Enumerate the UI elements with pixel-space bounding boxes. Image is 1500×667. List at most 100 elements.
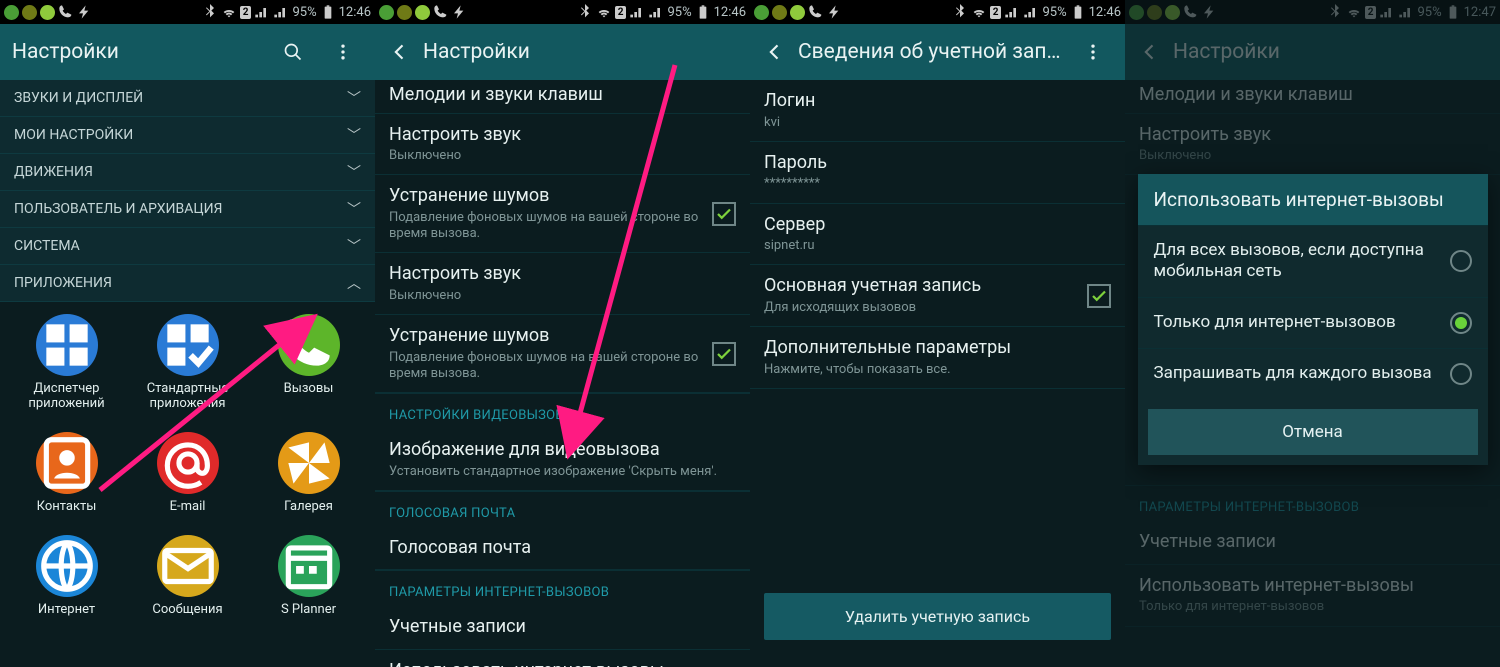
row-subtitle: Подавление фоновых шумов на вашей сторон…	[389, 350, 700, 383]
search-button[interactable]	[273, 32, 313, 72]
list-item[interactable]: Устранение шумовПодавление фоновых шумов…	[375, 175, 750, 253]
bluetooth-icon	[952, 4, 968, 20]
signal-icon	[1023, 4, 1039, 20]
chevron-up-icon: ︿	[347, 273, 361, 293]
signal-icon	[648, 4, 664, 20]
dialog-title: Использовать интернет-вызовы	[1138, 174, 1488, 225]
grid-icon	[36, 314, 98, 376]
app-label: Контакты	[37, 500, 97, 515]
checkbox[interactable]	[712, 342, 736, 366]
dialog-option[interactable]: Запрашивать для каждого вызова	[1138, 348, 1488, 399]
checkbox[interactable]	[1087, 284, 1111, 308]
category-item[interactable]: ПОЛЬЗОВАТЕЛЬ И АРХИВАЦИЯ﹀	[0, 191, 375, 228]
list-item[interactable]: Настроить звукВыключено	[375, 114, 750, 176]
app-item[interactable]: E-mail	[129, 432, 246, 515]
list-item[interactable]: Серверsipnet.ru	[750, 204, 1125, 266]
category-item[interactable]: ЗВУКИ И ДИСПЛЕЙ ﹀	[0, 80, 375, 117]
row-title: Использовать интернет-вызовы	[389, 660, 736, 667]
list-item[interactable]: Дополнительные параметрыНажмите, чтобы п…	[750, 327, 1125, 389]
row-title: Мелодии и звуки клавиш	[389, 84, 736, 107]
dialog-option[interactable]: Для всех вызовов, если доступна мобильна…	[1138, 225, 1488, 297]
row-title: Сервер	[764, 214, 1111, 237]
row-subtitle: Подавление фоновых шумов на вашей сторон…	[389, 210, 700, 243]
overflow-menu-button[interactable]	[323, 32, 363, 72]
category-item[interactable]: ПРИЛОЖЕНИЯ ︿	[0, 265, 375, 302]
dialog-option[interactable]: Только для интернет-вызовов	[1138, 297, 1488, 348]
list-item[interactable]: Использовать интернет-вызовыТолько для и…	[375, 650, 750, 667]
app-item[interactable]: Галерея	[250, 432, 367, 515]
app-item[interactable]: S Planner	[250, 535, 367, 618]
dialog-cancel-button[interactable]: Отмена	[1148, 409, 1478, 455]
radio-button[interactable]	[1450, 363, 1472, 385]
bluetooth-icon	[1327, 4, 1343, 20]
list-item[interactable]: Устранение шумовПодавление фоновых шумов…	[375, 315, 750, 393]
viber-icon	[808, 4, 824, 20]
row-title: Дополнительные параметры	[764, 337, 1111, 360]
row-title: Настроить звук	[389, 124, 736, 147]
viber-icon	[1183, 4, 1199, 20]
status-icon	[415, 5, 430, 20]
action-bar: Настройки	[0, 24, 375, 80]
signal-icon	[254, 4, 270, 20]
list-item[interactable]: Учетные записи	[375, 606, 750, 650]
checkbox[interactable]	[712, 202, 736, 226]
battery-icon	[320, 4, 336, 20]
clock: 12:46	[339, 5, 371, 20]
back-button[interactable]	[762, 32, 788, 72]
category-item[interactable]: СИСТЕМА﹀	[0, 228, 375, 265]
app-label: Галерея	[284, 500, 333, 515]
row-subtitle: kvi	[764, 115, 1111, 131]
list-item[interactable]: Пароль**********	[750, 142, 1125, 204]
battery-text: 95%	[1417, 5, 1441, 20]
app-item[interactable]: Интернет	[8, 535, 125, 618]
category-item[interactable]: ДВИЖЕНИЯ﹀	[0, 154, 375, 191]
list-item[interactable]: Изображение для видеовызова Установить ст…	[375, 429, 750, 491]
row-subtitle: Для исходящих вызовов	[764, 300, 1075, 316]
delete-account-button[interactable]: Удалить учетную запись	[764, 593, 1111, 640]
category-label: ЗВУКИ И ДИСПЛЕЙ	[14, 90, 143, 106]
option-label: Для всех вызовов, если доступна мобильна…	[1154, 240, 1438, 283]
chevron-down-icon: ﹀	[347, 236, 361, 256]
status-bar: 2 95% 12:46	[0, 0, 375, 24]
radio-button[interactable]	[1450, 250, 1472, 272]
battery-text: 95%	[667, 5, 691, 20]
dialog-backdrop[interactable]: Использовать интернет-вызовы Для всех вы…	[1125, 24, 1500, 667]
app-item[interactable]: Стандартные приложения	[129, 314, 246, 412]
action-bar: Сведения об учетной зап...	[750, 24, 1125, 80]
list-item[interactable]: Основная учетная записьДля исходящих выз…	[750, 265, 1125, 327]
bluetooth-icon	[202, 4, 218, 20]
app-label: Интернет	[38, 603, 95, 618]
bolt-icon	[827, 4, 843, 20]
row-title: Голосовая почта	[389, 537, 736, 560]
list-item[interactable]: Логинkvi	[750, 80, 1125, 142]
chevron-down-icon: ﹀	[347, 88, 361, 108]
row-subtitle: sipnet.ru	[764, 238, 1111, 254]
app-item[interactable]: Диспетчер приложений	[8, 314, 125, 412]
pinwheel-icon	[278, 432, 340, 494]
row-title: Настроить звук	[389, 263, 736, 286]
overflow-menu-button[interactable]	[1073, 32, 1113, 72]
list-item[interactable]: Настроить звукВыключено	[375, 253, 750, 315]
app-item[interactable]: Контакты	[8, 432, 125, 515]
list-item[interactable]: Голосовая почта	[375, 527, 750, 571]
globe-icon	[36, 535, 98, 597]
app-label: Сообщения	[152, 603, 222, 618]
row-subtitle: Установить стандартное изображение 'Скры…	[389, 464, 736, 480]
viber-icon	[58, 4, 74, 20]
status-icon	[4, 5, 19, 20]
wifi-icon	[971, 4, 987, 20]
app-item[interactable]: Сообщения	[129, 535, 246, 618]
row-title: Изображение для видеовызова	[389, 439, 736, 462]
app-item[interactable]: Вызовы	[250, 314, 367, 412]
clock: 12:46	[714, 5, 746, 20]
row-subtitle: Выключено	[389, 148, 736, 164]
back-button[interactable]	[387, 32, 413, 72]
category-item[interactable]: МОИ НАСТРОЙКИ﹀	[0, 117, 375, 154]
category-label: ПРИЛОЖЕНИЯ	[14, 275, 112, 291]
chevron-down-icon: ﹀	[347, 125, 361, 145]
list-item[interactable]: Мелодии и звуки клавиш	[375, 80, 750, 114]
signal-icon	[629, 4, 645, 20]
section-header: НАСТРОЙКИ ВИДЕОВЫЗОВА	[375, 393, 750, 429]
wifi-icon	[1346, 4, 1362, 20]
radio-button[interactable]	[1450, 312, 1472, 334]
